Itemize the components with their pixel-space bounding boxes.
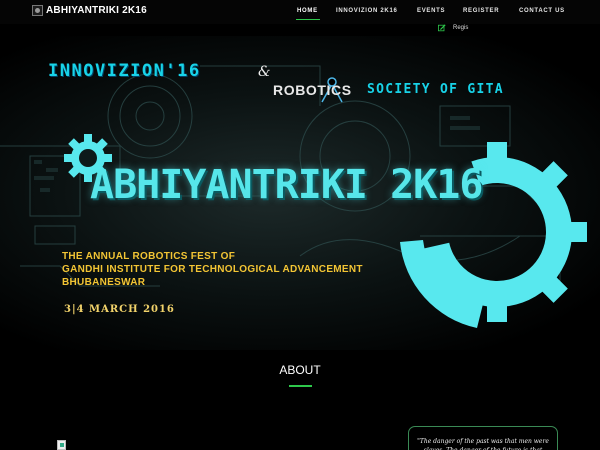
brand-link[interactable]: ABHIYANTRIKI 2K16 bbox=[32, 5, 147, 16]
fest-title: ABHIYANTRIKI 2K16 bbox=[90, 162, 483, 208]
register-dropdown-link[interactable]: Regis bbox=[438, 24, 468, 32]
quote-box: "The danger of the past was that men wer… bbox=[408, 426, 558, 450]
tagline-line-3: BHUBANESWAR bbox=[62, 277, 146, 288]
quote-text: "The danger of the past was that men wer… bbox=[417, 438, 549, 450]
nav-contact[interactable]: CONTACT US bbox=[519, 8, 565, 14]
tagline-line-2: GANDHI INSTITUTE FOR TECHNOLOGICAL ADVAN… bbox=[62, 264, 363, 275]
nav-innovizion[interactable]: INNOVIZION 2K16 bbox=[336, 8, 398, 14]
edit-icon bbox=[438, 24, 446, 32]
tagline-line-1: THE ANNUAL ROBOTICS FEST OF bbox=[62, 251, 236, 262]
robotics-title: ROBOTICS bbox=[273, 82, 352, 98]
broken-image-icon bbox=[57, 440, 66, 450]
ampersand: & bbox=[258, 64, 271, 80]
innovizion-title: INNOVIZION'16 bbox=[48, 61, 201, 81]
fest-tagline: THE ANNUAL ROBOTICS FEST OF GANDHI INSTI… bbox=[62, 250, 363, 289]
about-heading: ABOUT bbox=[279, 363, 321, 377]
society-title: SOCIETY OF GITA bbox=[367, 82, 504, 97]
navbar: ABHIYANTRIKI 2K16 HOME INNOVIZION 2K16 E… bbox=[0, 0, 600, 24]
nav-home[interactable]: HOME bbox=[297, 8, 318, 14]
about-underline bbox=[289, 385, 312, 387]
hero-banner: INNOVIZION'16 & ROBOTICS SOCIETY OF GITA… bbox=[0, 36, 600, 350]
nav-events[interactable]: EVENTS bbox=[417, 8, 445, 14]
register-dropdown-label: Regis bbox=[453, 25, 469, 31]
brand-logo-icon bbox=[32, 5, 43, 16]
fest-date: 3|4 MARCH 2016 bbox=[64, 304, 175, 315]
nav-active-underline bbox=[296, 19, 320, 20]
nav-register[interactable]: REGISTER bbox=[463, 8, 499, 14]
brand-title: ABHIYANTRIKI 2K16 bbox=[46, 5, 147, 16]
